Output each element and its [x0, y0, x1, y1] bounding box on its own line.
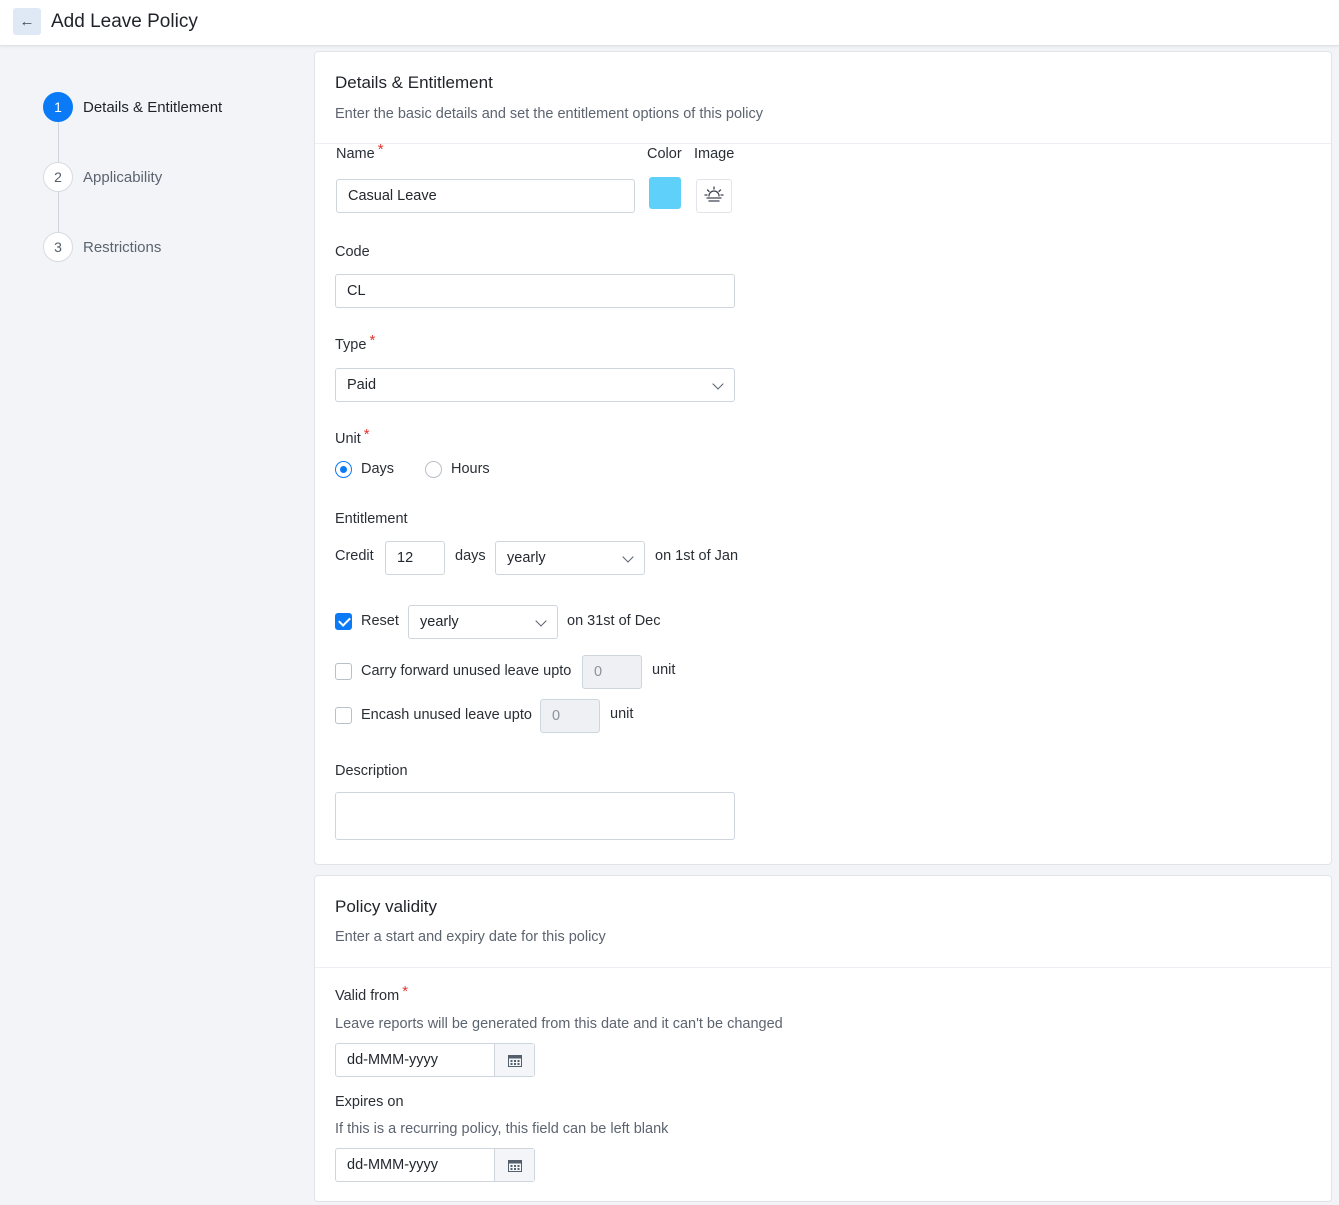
expires-on-date-input[interactable]: dd-MMM-yyyy — [335, 1148, 535, 1182]
credit-label: Credit — [335, 548, 374, 564]
code-label: Code — [335, 244, 370, 260]
color-label: Color — [647, 146, 682, 162]
details-entitlement-card: Details & Entitlement Enter the basic de… — [314, 51, 1332, 865]
expires-on-hint: If this is a recurring policy, this fiel… — [335, 1121, 669, 1137]
credit-unit-text: days — [455, 548, 486, 564]
step-restrictions[interactable]: 3 Restrictions — [43, 232, 161, 262]
credit-frequency-value: yearly — [507, 550, 546, 566]
type-select[interactable]: Paid — [335, 368, 735, 402]
expires-on-label: Expires on — [335, 1094, 404, 1110]
carry-forward-checkbox[interactable] — [335, 663, 352, 680]
type-select-value: Paid — [347, 377, 377, 393]
credit-date-text: on 1st of Jan — [655, 548, 739, 564]
encash-label: Encash unused leave upto — [361, 707, 532, 723]
step-details-entitlement[interactable]: 1 Details & Entitlement — [43, 92, 222, 122]
arrow-left-icon: ← — [19, 13, 35, 30]
back-button[interactable]: ← — [13, 8, 41, 35]
step-label: Restrictions — [83, 238, 162, 256]
name-input[interactable]: Casual Leave — [336, 179, 635, 213]
carry-forward-unit: unit — [652, 662, 676, 678]
encash-checkbox[interactable] — [335, 707, 352, 724]
section-subtitle: Enter the basic details and set the enti… — [335, 106, 763, 122]
credit-frequency-select[interactable]: yearly — [495, 541, 645, 575]
reset-frequency-select[interactable]: yearly — [408, 605, 558, 639]
step-applicability[interactable]: 2 Applicability — [43, 162, 162, 192]
unit-option-hours: Hours — [451, 461, 490, 477]
chevron-down-icon — [622, 551, 634, 563]
expires-on-placeholder: dd-MMM-yyyy — [336, 1149, 495, 1181]
valid-from-date-input[interactable]: dd-MMM-yyyy — [335, 1043, 535, 1077]
required-asterisk: * — [369, 332, 376, 349]
section-title: Policy validity — [335, 897, 438, 916]
unit-radio-days[interactable] — [335, 461, 352, 478]
valid-from-placeholder: dd-MMM-yyyy — [336, 1044, 495, 1076]
chevron-down-icon — [535, 615, 547, 627]
reset-label: Reset — [361, 613, 399, 629]
reset-checkbox[interactable] — [335, 613, 352, 630]
unit-label: Unit * — [335, 426, 370, 447]
carry-forward-label: Carry forward unused leave upto — [361, 663, 572, 679]
step-number: 3 — [43, 232, 73, 262]
name-label: Name * — [336, 141, 384, 162]
step-number: 1 — [43, 92, 73, 122]
reset-frequency-value: yearly — [420, 614, 459, 630]
required-asterisk: * — [377, 141, 384, 158]
sunrise-icon — [704, 185, 724, 208]
carry-forward-input[interactable]: 0 — [582, 655, 642, 689]
required-asterisk: * — [402, 983, 409, 1000]
step-label: Applicability — [83, 168, 163, 186]
credit-input[interactable]: 12 — [385, 541, 445, 575]
image-picker-button[interactable] — [696, 179, 732, 213]
unit-radio-hours[interactable] — [425, 461, 442, 478]
description-label: Description — [335, 763, 408, 779]
step-label: Details & Entitlement — [83, 98, 223, 116]
section-divider — [315, 143, 1331, 144]
code-input[interactable]: CL — [335, 274, 735, 308]
step-number: 2 — [43, 162, 73, 192]
valid-from-hint: Leave reports will be generated from thi… — [335, 1016, 783, 1032]
section-title: Details & Entitlement — [335, 73, 493, 92]
type-label: Type * — [335, 332, 376, 353]
encash-unit: unit — [610, 706, 634, 722]
top-bar: ← Add Leave Policy — [0, 0, 1339, 46]
color-swatch[interactable] — [649, 177, 681, 209]
description-textarea[interactable] — [335, 792, 735, 840]
section-divider — [315, 967, 1331, 968]
image-label: Image — [694, 146, 735, 162]
page-title: Add Leave Policy — [51, 11, 198, 32]
encash-input[interactable]: 0 — [540, 699, 600, 733]
chevron-down-icon — [712, 378, 724, 390]
entitlement-label: Entitlement — [335, 511, 408, 527]
policy-validity-card: Policy validity Enter a start and expiry… — [314, 875, 1332, 1202]
valid-from-label: Valid from * — [335, 983, 409, 1004]
required-asterisk: * — [363, 426, 370, 443]
calendar-icon[interactable] — [495, 1149, 534, 1181]
reset-date-text: on 31st of Dec — [567, 613, 661, 629]
unit-option-days: Days — [361, 461, 395, 477]
calendar-icon[interactable] — [495, 1044, 534, 1076]
section-subtitle: Enter a start and expiry date for this p… — [335, 929, 606, 945]
